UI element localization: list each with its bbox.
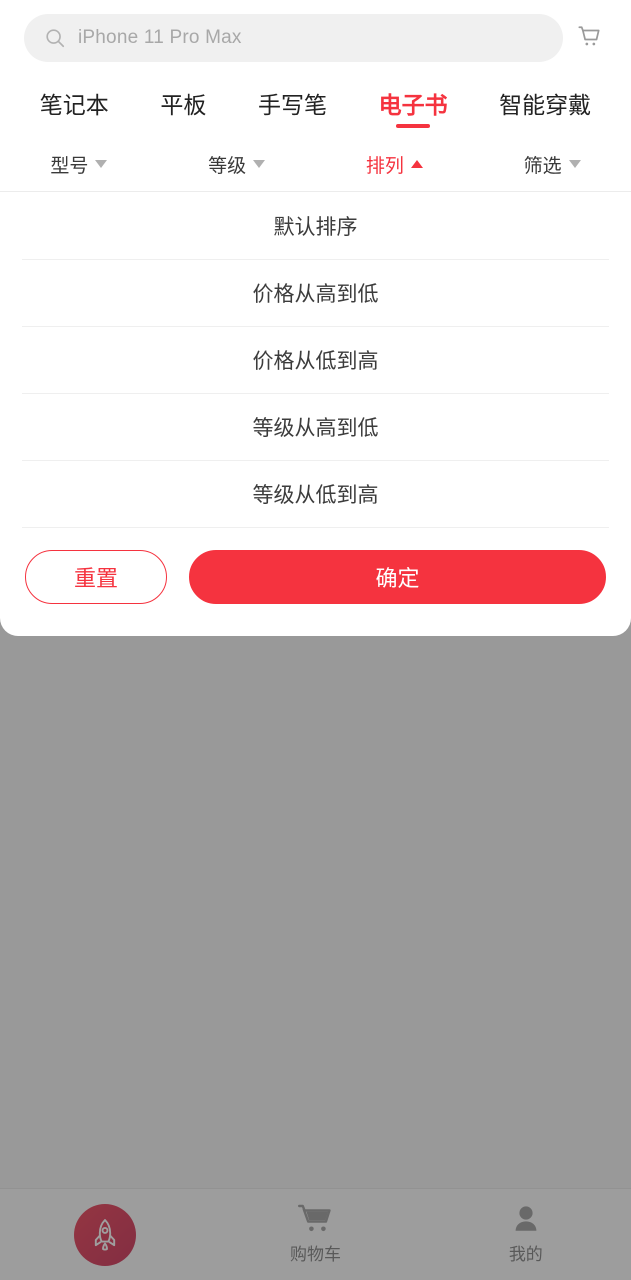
search-input-overlay[interactable]: iPhone 11 Pro Max <box>24 13 563 62</box>
filter-label: 排列 <box>365 155 404 177</box>
sort-option-label: 默认排序 <box>273 215 358 239</box>
filter-screen[interactable]: 筛选 <box>473 151 631 178</box>
tab-active-underline <box>396 124 431 128</box>
tab-label: 平板 <box>160 92 207 118</box>
sort-option-price-asc[interactable]: 价格从低到高 <box>0 326 631 393</box>
sort-dropdown-panel: iPhone 11 Pro Max 笔记本 平板 手写笔 电子书 智能穿戴 型号… <box>0 0 631 636</box>
filter-bar-overlay: 型号 等级 排列 筛选 <box>0 137 631 192</box>
filter-grade[interactable]: 等级 <box>158 151 316 178</box>
tab-tablet[interactable]: 平板 <box>158 82 208 130</box>
filter-label: 型号 <box>50 155 89 177</box>
tab-ebook[interactable]: 电子书 <box>377 82 450 130</box>
chevron-up-icon <box>410 160 423 168</box>
tab-notebook[interactable]: 笔记本 <box>38 82 111 130</box>
category-tabs-overlay: 笔记本 平板 手写笔 电子书 智能穿戴 <box>0 75 631 137</box>
confirm-button[interactable]: 确定 <box>189 550 606 604</box>
app-root: iPhone 11 Pro Max 笔记本 平板 手写笔 电子书 智能穿戴 型号… <box>0 0 631 1280</box>
sort-option-label: 等级从低到高 <box>252 483 379 507</box>
sort-option-label: 等级从高到低 <box>252 416 379 440</box>
reset-button-label: 重置 <box>73 566 118 591</box>
filter-model[interactable]: 型号 <box>0 151 158 178</box>
sort-option-label: 价格从低到高 <box>252 349 379 373</box>
sort-option-label: 价格从高到低 <box>252 282 379 306</box>
filter-label: 筛选 <box>523 155 562 177</box>
confirm-button-label: 确定 <box>375 566 420 591</box>
chevron-down-icon <box>95 160 108 168</box>
header-cart-button-overlay[interactable] <box>563 12 615 64</box>
tab-wearable[interactable]: 智能穿戴 <box>497 82 593 130</box>
tab-stylus[interactable]: 手写笔 <box>256 82 329 130</box>
tab-label: 手写笔 <box>257 92 327 118</box>
sort-option-price-desc[interactable]: 价格从高到低 <box>0 259 631 326</box>
sort-option-default[interactable]: 默认排序 <box>0 192 631 259</box>
chevron-down-icon <box>253 160 266 168</box>
tab-label: 智能穿戴 <box>499 92 592 118</box>
sort-panel-header: iPhone 11 Pro Max 笔记本 平板 手写笔 电子书 智能穿戴 型号… <box>0 0 631 192</box>
tab-label: 笔记本 <box>39 92 109 118</box>
sort-panel-actions: 重置 确定 <box>0 527 631 636</box>
filter-label: 等级 <box>208 155 247 177</box>
search-header-overlay: iPhone 11 Pro Max <box>0 0 631 75</box>
reset-button[interactable]: 重置 <box>25 550 167 604</box>
chevron-down-icon <box>568 160 581 168</box>
sort-option-list: 默认排序 价格从高到低 价格从低到高 等级从高到低 等级从低到高 <box>0 192 631 527</box>
filter-sort[interactable]: 排列 <box>316 151 474 178</box>
search-value: iPhone 11 Pro Max <box>78 26 242 48</box>
sort-option-grade-desc[interactable]: 等级从高到低 <box>0 393 631 460</box>
tab-label: 电子书 <box>378 92 448 118</box>
sort-option-grade-asc[interactable]: 等级从低到高 <box>0 460 631 527</box>
search-icon <box>44 27 66 49</box>
cart-outline-icon <box>575 24 603 52</box>
